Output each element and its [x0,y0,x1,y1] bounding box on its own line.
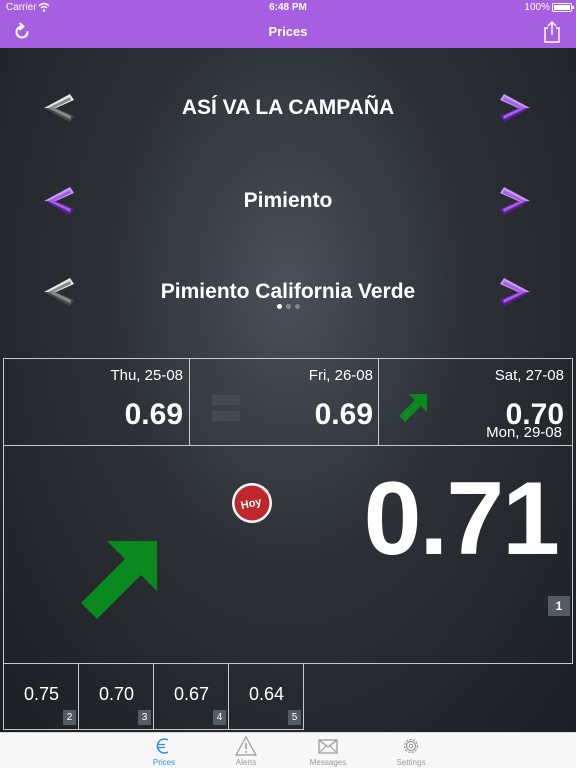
prices-content [0,48,576,732]
chevron-shape [500,278,530,292]
grid-line [3,358,573,359]
euro-icon [156,738,169,754]
page-dot [294,304,300,309]
chevron-right-icon[interactable] [498,90,534,126]
chevron-shape [44,278,74,292]
page-indicator[interactable] [0,296,576,314]
day-price: 0.69 [314,398,373,431]
forecast-cell[interactable]: 0.64 5 [229,664,304,728]
warning-icon [235,736,257,756]
day-date: Sat, 27-08 [494,367,564,384]
forecast-rank-badge: 5 [288,710,301,725]
grid-line [572,358,573,664]
today-date: Mon, 29-08 [486,424,562,441]
chevron-left-icon[interactable] [40,90,76,126]
selector-campaign: ASÍ VA LA CAMPAÑA [0,78,576,138]
battery-icon [552,3,574,12]
chevron-shape [500,187,530,201]
equal-icon [212,395,240,421]
chevron-shape [500,94,530,108]
forecast-cell[interactable]: 0.67 4 [154,664,229,728]
forecast-price: 0.70 [98,684,135,704]
tab-label: Alerts [235,758,257,767]
share-icon[interactable] [542,20,562,44]
battery-percent: 100% [524,2,550,13]
forecast-rank-badge: 4 [213,710,226,725]
grid-line [3,445,573,446]
status-time: 6:48 PM [269,2,307,13]
grid-line [189,358,190,446]
forecast-rank-badge: 2 [63,710,76,725]
selector-campaign-label: ASÍ VA LA CAMPAÑA [181,96,395,119]
tab-prices[interactable]: Prices [134,736,194,767]
tab-bar: Prices Alerts Messages Settings [0,732,576,768]
chevron-shape [44,201,74,215]
tab-alerts[interactable]: Alerts [216,736,276,767]
page-title: Prices [268,24,308,39]
chevron-right-icon[interactable] [498,183,534,219]
selector-product: Pimiento [0,171,576,231]
hoy-badge: Hoy [232,483,272,523]
chevron-shape [44,94,74,108]
nav-bar: Prices [0,16,576,48]
chevron-shape [500,108,530,122]
day-price: 0.69 [124,398,183,431]
forecast-price: 0.67 [173,684,210,704]
grid-line [378,358,379,446]
tab-label: Messages [309,758,347,767]
chevron-shape [44,108,74,122]
arrow-up-right-icon [81,541,157,619]
forecast-price: 0.75 [23,684,60,704]
today-price: 0.71 [363,461,560,577]
status-bar: Carrier 6:48 PM 100% [0,0,576,16]
forecast-price: 0.64 [248,684,285,704]
arrow-up-right-icon [399,394,427,422]
chevron-left-icon[interactable] [40,183,76,219]
chevron-shape [44,187,74,201]
page-dot [276,304,282,309]
forecast-rank-badge: 3 [138,710,151,725]
day-date: Thu, 25-08 [110,367,183,384]
envelope-icon [318,739,338,754]
page-dot [285,304,291,309]
forecast-cell[interactable]: 0.70 3 [79,664,154,728]
chevron-shape [500,201,530,215]
tab-label: Prices [152,758,176,767]
today-rank-badge: 1 [548,596,570,616]
selector-product-label: Pimiento [243,189,333,212]
tab-messages[interactable]: Messages [298,736,358,767]
forecast-cell[interactable]: 0.75 2 [4,664,79,728]
day-date: Fri, 26-08 [308,367,373,384]
gear-icon [403,738,419,754]
tab-label: Settings [396,758,426,767]
tab-settings[interactable]: Settings [381,736,441,767]
